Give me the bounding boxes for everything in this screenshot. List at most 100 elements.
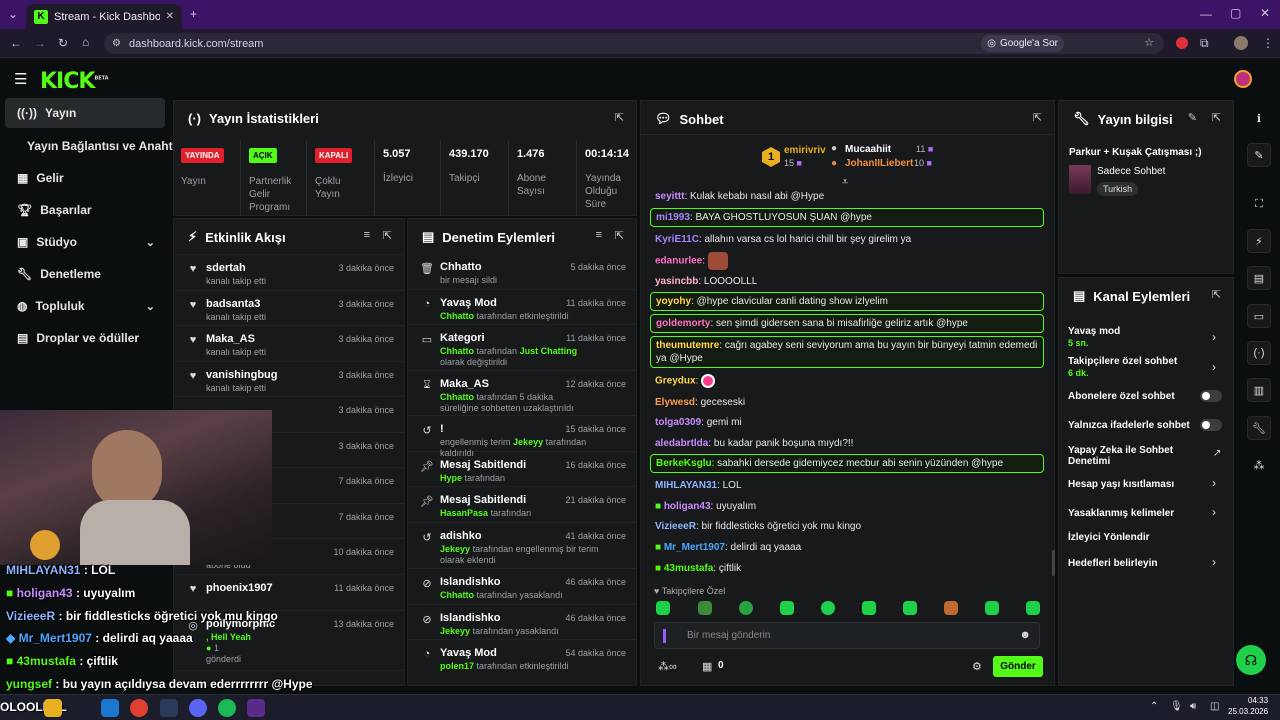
home-icon[interactable]: ⌂ — [82, 35, 89, 49]
network-icon[interactable]: ◫ — [1210, 701, 1219, 712]
nav-community[interactable]: ◍ Topluluk ⌄ — [5, 291, 165, 321]
site-info-icon[interactable]: ⚙ — [112, 38, 121, 49]
hamburger-menu-icon[interactable]: ☰ — [14, 70, 27, 88]
popout-icon[interactable]: ⇱ — [1033, 111, 1042, 124]
emote-button[interactable] — [698, 601, 712, 615]
emote-button[interactable] — [944, 601, 958, 615]
filter-icon[interactable]: ≡ — [596, 229, 602, 241]
slow-mode-row[interactable]: Yavaş mod 5 sn. — [1068, 326, 1228, 348]
chat-username[interactable]: seyittt — [655, 191, 684, 202]
nav-stream-key[interactable]: Yayın Bağlantısı ve Anahtarı — [27, 139, 187, 153]
chat-message[interactable]: ■ holigan43: uyuyalım — [650, 498, 1044, 515]
browser-menu-icon[interactable]: ⋮ — [1262, 36, 1274, 50]
microphone-icon[interactable]: 🎙︎ — [1170, 701, 1183, 712]
reload-icon[interactable]: ↻ — [58, 36, 68, 50]
chevron-right-icon[interactable]: › — [1212, 330, 1216, 344]
chat-message[interactable]: ■ Mr_Mert1907: delirdi aq yaaaa — [650, 539, 1044, 556]
extensions-puzzle-icon[interactable]: ⧉ — [1200, 36, 1209, 51]
google-ask-button[interactable]: ◎ Google'a Sor — [981, 35, 1064, 52]
list-item[interactable]: ▭ Kategori Chhatto tarafından Just Chattin… — [408, 325, 636, 371]
list-item[interactable]: 📌︎ Mesaj Sabitlendi HasanPasa tarafından 21… — [408, 487, 636, 523]
leader-second-name[interactable]: Mucaahiit — [845, 144, 891, 155]
nav-revenue[interactable]: ▦ Gelir — [5, 163, 165, 193]
chat-message[interactable]: theumutemre: cağrı agabey seni seviyorum… — [650, 336, 1044, 368]
chrome-icon[interactable] — [130, 699, 148, 717]
filter-icon[interactable]: ≡ — [364, 229, 370, 241]
chat-username[interactable]: yasincbb — [655, 276, 698, 287]
clock-date[interactable]: 25.03.2026 — [1228, 707, 1268, 716]
list-item[interactable]: ♥ phoenix1907 11 dakika önce — [174, 575, 404, 611]
chat-message[interactable]: edanurlee: — [650, 250, 1044, 272]
browser-tab[interactable]: K Stream - Kick Dashboard ✕ — [26, 4, 182, 29]
chat-message[interactable]: BerkeKsglu: sabahki dersede gidemiycez m… — [650, 454, 1044, 473]
moderation-log-icon[interactable]: ▤ — [1247, 266, 1271, 290]
chat-input[interactable]: Bir mesaj gönderin ☻ — [654, 622, 1040, 649]
send-button[interactable]: Gönder — [993, 656, 1043, 677]
nav-achievements[interactable]: 🏆︎ Başarılar — [5, 195, 165, 225]
chevron-right-icon[interactable]: › — [1212, 505, 1216, 519]
chevron-up-icon[interactable]: ⌃ — [1150, 701, 1158, 712]
chat-username[interactable]: 43mustafa — [664, 563, 713, 574]
list-item[interactable]: ◔ Yavaş Mod Chhatto tarafından etkinleştir… — [408, 290, 636, 325]
minimize-icon[interactable]: — — [1200, 7, 1212, 21]
chevron-right-icon[interactable]: › — [1212, 360, 1216, 374]
broadcast-icon[interactable]: (·) — [1247, 341, 1271, 365]
bookmark-star-icon[interactable]: ☆ — [1144, 36, 1154, 49]
chat-username[interactable]: KyriE11C — [655, 234, 699, 245]
spotify-icon[interactable] — [218, 699, 236, 717]
chat-username[interactable]: Elywesd — [655, 397, 695, 408]
list-item[interactable]: ♥ sdertah kanalı takip etti 3 dakika önce — [174, 255, 404, 291]
channel-points-icon[interactable]: ⁂∞ — [658, 660, 677, 673]
goals-row[interactable]: Hedefleri belirleyin — [1068, 558, 1228, 569]
popout-icon[interactable]: ⇱ — [1212, 288, 1221, 301]
chat-username[interactable]: tolga0309 — [655, 417, 701, 428]
wrench-icon[interactable]: 🔧︎ — [1247, 416, 1271, 440]
maximize-icon[interactable]: ▢ — [1230, 6, 1241, 20]
nav-moderation[interactable]: 🔧︎ Denetleme — [5, 259, 165, 289]
emote-button[interactable] — [739, 601, 753, 615]
nav-stream[interactable]: ((·)) Yayın — [5, 98, 165, 128]
list-item[interactable]: ♥ Maka_AS kanalı takip etti 3 dakika önce — [174, 326, 404, 362]
new-tab-icon[interactable]: + — [190, 7, 197, 21]
chat-username[interactable]: Mr_Mert1907 — [664, 542, 725, 553]
chat-message[interactable]: Greydux: — [650, 372, 1044, 390]
edit-pencil-icon[interactable]: ✎ — [1188, 111, 1197, 124]
clock-time[interactable]: 04:33 — [1248, 696, 1268, 705]
kick-logo[interactable]: KICKBETA — [40, 69, 109, 94]
chat-message[interactable]: MIHLAYAN31: LOL — [650, 477, 1044, 494]
profile-avatar[interactable] — [1234, 36, 1248, 50]
nav-studio[interactable]: ▣ Stüdyo ⌄ — [5, 227, 165, 257]
chat-message[interactable]: yoyohy: @hype clavicular canli dating sh… — [650, 292, 1044, 311]
file-explorer-icon[interactable] — [44, 699, 62, 717]
tab-search-icon[interactable]: ⌄ — [8, 7, 18, 21]
emote-button[interactable] — [821, 601, 835, 615]
user-avatar[interactable] — [1234, 70, 1252, 88]
chat-message[interactable]: aledabrtlda: bu kadar panik boşuna mıydı… — [650, 435, 1044, 452]
popout-icon[interactable]: ⇱ — [615, 111, 624, 124]
external-link-icon[interactable]: ↗ — [1213, 448, 1221, 459]
list-item[interactable]: 🗑︎ Chhatto bir mesajı sildi 5 dakika önce — [408, 254, 636, 290]
chat-message[interactable]: ■ 43mustafa: çiftlik — [650, 560, 1044, 577]
popout-icon[interactable]: ⇱ — [383, 229, 392, 242]
chat-message[interactable]: Elywesd: geceseski — [650, 394, 1044, 411]
emotes-only-toggle[interactable] — [1200, 419, 1222, 431]
list-item[interactable]: ↺! engellenmiş terim Jekeyy tarafından ka… — [408, 416, 636, 458]
account-age-row[interactable]: Hesap yaşı kısıtlaması — [1068, 479, 1228, 490]
chat-message[interactable]: KyriE11C: allahın varsa cs lol harici ch… — [650, 231, 1044, 248]
emote-button[interactable] — [903, 601, 917, 615]
chat-username[interactable]: edanurlee — [655, 256, 702, 267]
channel-actions-icon[interactable]: ▥ — [1247, 378, 1271, 402]
emote-button[interactable] — [985, 601, 999, 615]
forward-icon[interactable]: → — [34, 36, 46, 50]
list-item[interactable]: ♥ vanishingbug kanalı takip etti 3 dakika ö… — [174, 362, 404, 397]
emoji-icon[interactable]: ☻ — [1019, 629, 1031, 641]
popout-icon[interactable]: ⇱ — [1212, 111, 1221, 124]
category-name[interactable]: Sadece Sohbet — [1097, 166, 1165, 177]
list-item[interactable]: 📌︎ Mesaj Sabitlendi Hype tarafından 16 daki… — [408, 452, 636, 487]
extension-icon[interactable] — [1176, 37, 1188, 49]
list-item[interactable]: ⌛︎ Maka_AS Chhatto tarafından 5 dakika sür… — [408, 371, 636, 416]
chat-username[interactable]: theumutemre — [656, 340, 719, 351]
list-item[interactable]: ⊘ Islandishko Jekeyy tarafından yasaklandı… — [408, 605, 636, 640]
subscribers-only-toggle[interactable] — [1200, 390, 1222, 402]
chat-message[interactable]: goldemorty: sen şimdi gidersen sana bi m… — [650, 314, 1044, 333]
